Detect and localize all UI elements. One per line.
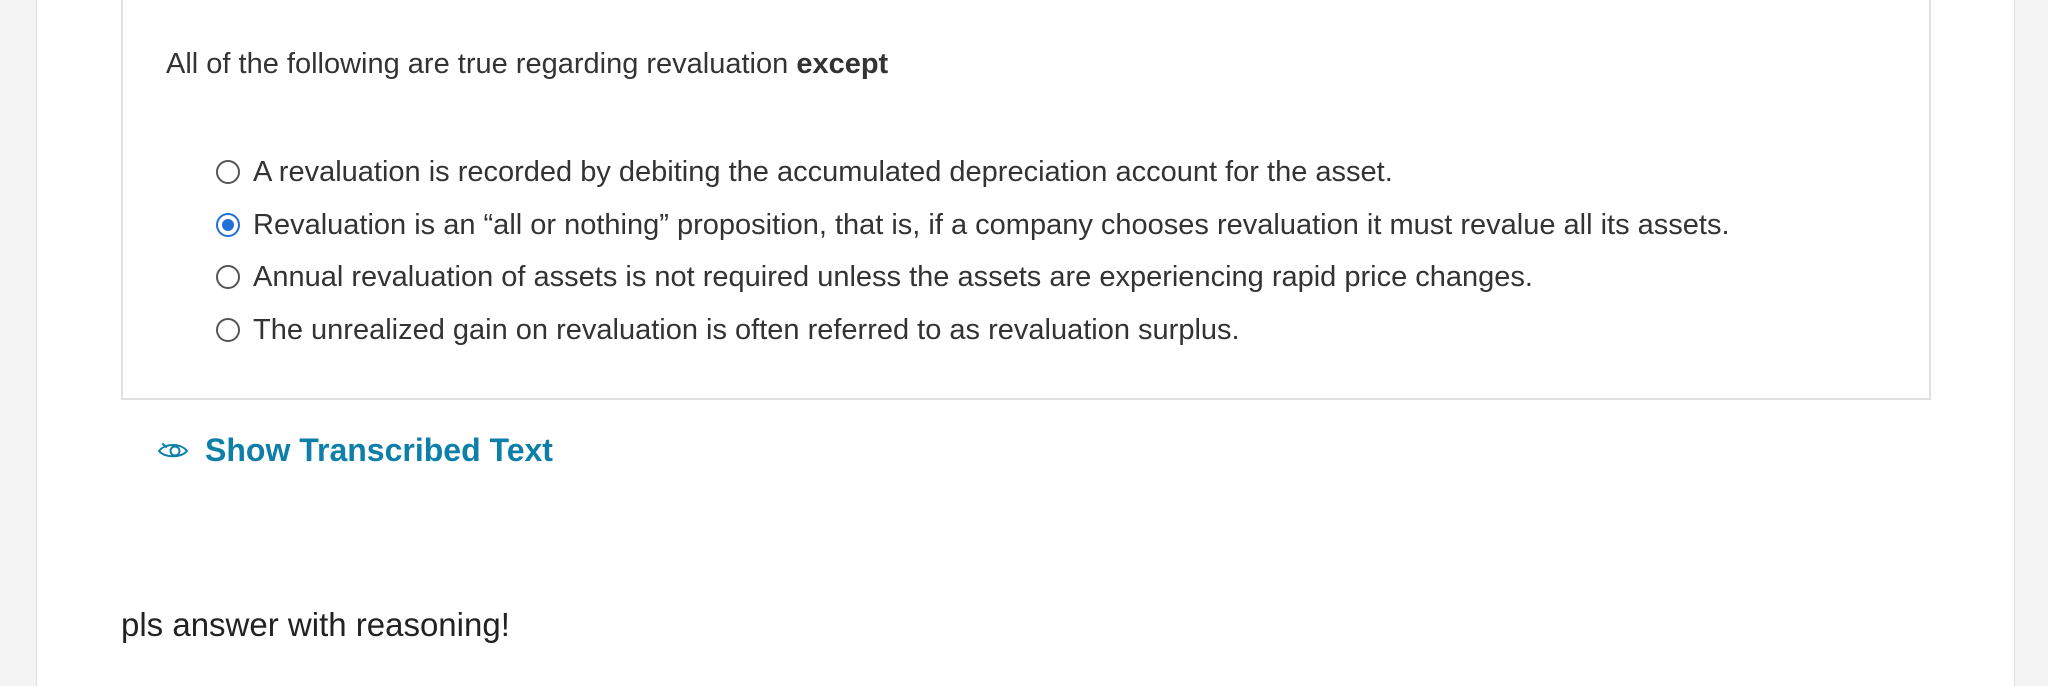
answer-option-label: A revaluation is recorded by debiting th…	[253, 156, 1393, 189]
answer-option[interactable]: The unrealized gain on revaluation is of…	[216, 304, 1730, 357]
question-stem-emphasis: except	[796, 48, 889, 80]
eye-icon	[157, 440, 189, 460]
radio-button[interactable]	[216, 160, 240, 185]
answer-options: A revaluation is recorded by debiting th…	[216, 146, 1730, 356]
radio-button[interactable]	[216, 317, 240, 342]
answer-option-label: The unrealized gain on revaluation is of…	[253, 313, 1240, 346]
show-transcribed-text-label: Show Transcribed Text	[205, 432, 553, 468]
radio-button[interactable]	[216, 212, 240, 237]
answer-option-label: Revaluation is an “all or nothing” propo…	[253, 208, 1730, 241]
show-transcribed-text-link[interactable]: Show Transcribed Text	[157, 428, 553, 472]
answer-option-label: Annual revaluation of assets is not requ…	[253, 261, 1533, 294]
question-stem: All of the following are true regarding …	[166, 44, 888, 84]
answer-option[interactable]: Revaluation is an “all or nothing” propo…	[216, 199, 1730, 252]
answer-option[interactable]: Annual revaluation of assets is not requ…	[216, 251, 1730, 304]
question-stem-text: All of the following are true regarding …	[166, 48, 789, 80]
user-comment: pls answer with reasoning!	[121, 606, 510, 643]
answer-option[interactable]: A revaluation is recorded by debiting th…	[216, 146, 1730, 199]
radio-button[interactable]	[216, 265, 240, 290]
